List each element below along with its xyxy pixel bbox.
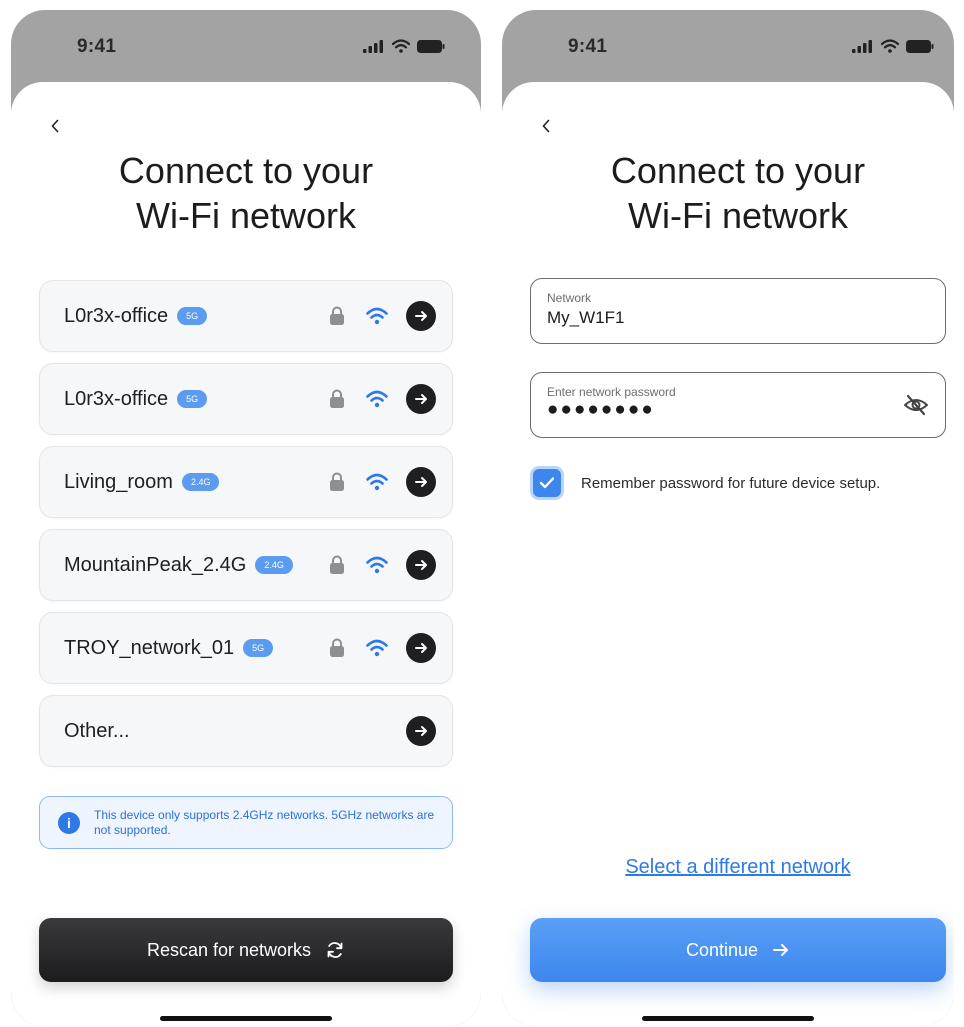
status-icons [363, 39, 445, 53]
status-time: 9:41 [77, 36, 117, 57]
battery-icon [417, 39, 445, 53]
wifi-signal-icon [366, 307, 388, 325]
lock-icon [330, 306, 344, 325]
remember-checkbox[interactable] [530, 466, 564, 500]
network-item[interactable]: Living_room 2.4G [39, 446, 453, 518]
password-field-value[interactable]: ●●●●●●●● [547, 399, 929, 421]
arrow-right-icon[interactable] [406, 716, 436, 746]
password-field-label: Enter network password [547, 385, 676, 399]
wifi-signal-icon [366, 390, 388, 408]
chevron-left-icon [542, 119, 550, 133]
phone-frame-right: 9:41 Connect to your Wi-Fi network Netwo… [502, 10, 954, 1027]
info-banner: i This device only supports 2.4GHz netwo… [39, 796, 453, 849]
network-item[interactable]: TROY_network_01 5G [39, 612, 453, 684]
rescan-label: Rescan for networks [146, 939, 312, 960]
band-badge: 5G [243, 639, 274, 657]
network-item[interactable]: L0r3x-office 5G [39, 363, 453, 435]
rescan-button[interactable]: Rescan for networks [39, 918, 453, 982]
select-different-network-link[interactable]: Select a different network [502, 856, 954, 879]
wifi-signal-icon [366, 556, 388, 574]
lock-icon [330, 638, 344, 657]
info-icon: i [58, 811, 80, 834]
password-field[interactable]: Enter network password ●●●●●●●● [530, 372, 946, 438]
back-button[interactable] [45, 114, 65, 138]
remember-password-row[interactable]: Remember password for future device setu… [530, 466, 880, 500]
network-item[interactable]: L0r3x-office 5G [39, 280, 453, 352]
network-name: Living_room [64, 470, 173, 493]
wifi-status-icon [392, 39, 410, 53]
status-bar: 9:41 [11, 10, 481, 82]
band-badge: 5G [177, 307, 208, 325]
lock-icon [330, 389, 344, 408]
status-time: 9:41 [568, 36, 608, 57]
info-text: This device only supports 2.4GHz network… [94, 807, 435, 837]
status-icons [852, 39, 934, 53]
continue-button[interactable]: Continue [530, 918, 946, 982]
network-name: MountainPeak_2.4G [64, 553, 247, 576]
wifi-signal-icon [366, 473, 388, 491]
network-field-value[interactable]: My_W1F1 [547, 308, 929, 328]
arrow-right-icon[interactable] [406, 550, 436, 580]
refresh-icon [325, 940, 345, 960]
signal-icon [363, 39, 383, 53]
network-name: L0r3x-office [64, 304, 169, 327]
network-item[interactable]: MountainPeak_2.4G 2.4G [39, 529, 453, 601]
remember-label: Remember password for future device setu… [581, 474, 881, 492]
home-indicator [642, 1016, 814, 1021]
network-name: L0r3x-office [64, 387, 169, 410]
band-badge: 2.4G [255, 556, 293, 574]
arrow-right-icon[interactable] [406, 633, 436, 663]
chevron-left-icon [51, 119, 59, 133]
band-badge: 5G [177, 390, 208, 408]
network-item-other[interactable]: Other... [39, 695, 453, 767]
network-name: Other... [64, 719, 130, 742]
arrow-right-icon[interactable] [406, 467, 436, 497]
continue-label: Continue [685, 939, 759, 960]
checkmark-icon [539, 477, 555, 489]
battery-icon [906, 39, 934, 53]
arrow-right-icon [772, 942, 790, 958]
page-title: Connect to your Wi-Fi network [118, 150, 374, 236]
wifi-signal-icon [366, 639, 388, 657]
home-indicator [160, 1016, 332, 1021]
network-name: TROY_network_01 [64, 636, 235, 659]
network-list: L0r3x-office 5G L0r3x-office 5G Living_r… [39, 280, 453, 778]
arrow-right-icon[interactable] [406, 384, 436, 414]
screen-password: Connect to your Wi-Fi network Network My… [502, 82, 954, 1027]
page-title: Connect to your Wi-Fi network [610, 150, 866, 236]
eye-off-icon[interactable] [903, 393, 929, 417]
screen-network-list: Connect to your Wi-Fi network L0r3x-offi… [11, 82, 481, 1027]
arrow-right-icon[interactable] [406, 301, 436, 331]
status-bar: 9:41 [502, 10, 954, 82]
lock-icon [330, 555, 344, 574]
band-badge: 2.4G [181, 473, 220, 491]
network-field[interactable]: Network My_W1F1 [530, 278, 946, 344]
phone-frame-left: 9:41 Connect to your Wi-Fi network L0r3x… [11, 10, 481, 1027]
back-button[interactable] [536, 114, 556, 138]
signal-icon [852, 39, 872, 53]
wifi-status-icon [881, 39, 899, 53]
lock-icon [330, 472, 344, 491]
network-field-label: Network [547, 291, 592, 305]
